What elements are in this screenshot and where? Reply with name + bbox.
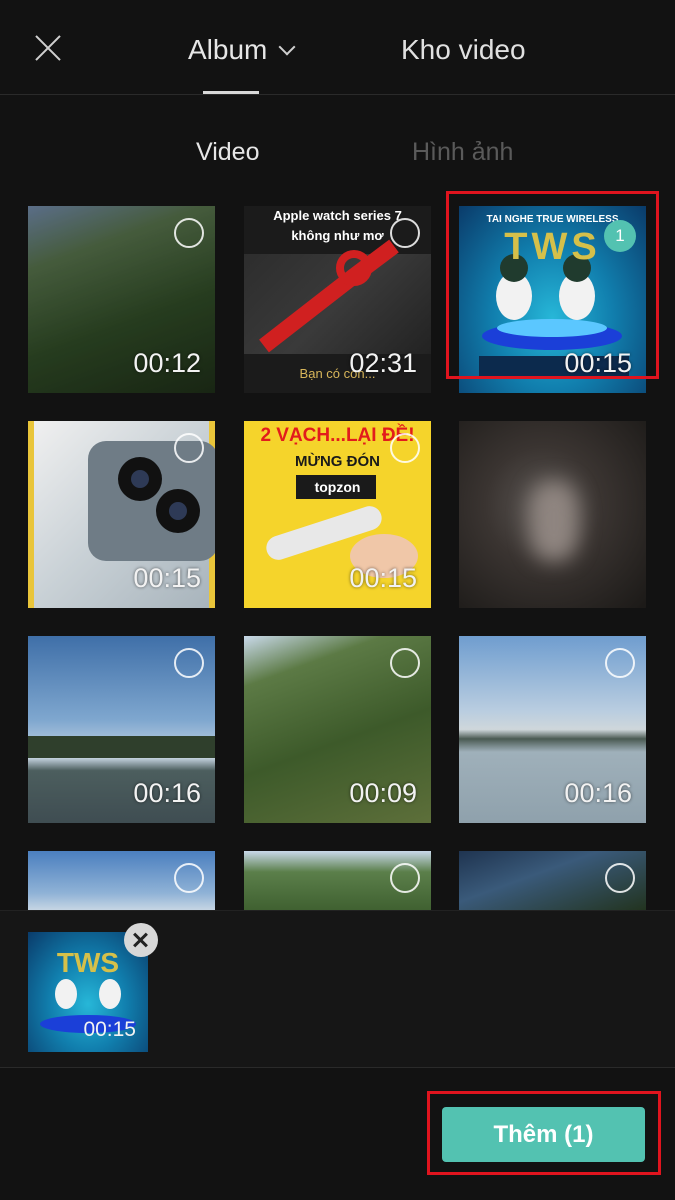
select-circle[interactable] [390,648,420,678]
media-tile[interactable] [459,851,646,911]
media-tile[interactable]: 2 VẠCH...LẠI ĐỀ! MỪNG ĐÓN topzon 00:15 [244,421,431,608]
duration-label: 00:15 [83,1018,136,1041]
highlight-frame [446,191,659,379]
chevron-down-icon [278,38,296,56]
select-circle[interactable] [174,218,204,248]
duration-label: 00:15 [133,563,201,593]
duration-label: 00:09 [349,778,417,808]
media-tile[interactable]: 00:12 [28,206,215,393]
media-tile[interactable]: 00:15 [28,421,215,608]
select-circle[interactable] [605,648,635,678]
select-circle[interactable] [390,863,420,893]
svg-text:TWS: TWS [57,947,119,978]
select-circle[interactable] [390,218,420,248]
select-circle[interactable] [174,863,204,893]
select-circle[interactable] [390,433,420,463]
tab-album-label: Album [188,34,268,65]
close-icon[interactable] [124,923,158,957]
media-tile[interactable]: Apple watch series 7 không như mơ Bạn có… [244,206,431,393]
duration-label: 00:16 [564,778,632,808]
select-circle[interactable] [174,433,204,463]
duration-label: 00:12 [133,348,201,378]
duration-label: 02:31 [349,348,417,378]
top-bar: Album Kho video [0,0,675,95]
tab-album[interactable]: Album [188,30,296,70]
media-tile[interactable] [244,851,431,911]
tab-kho-video[interactable]: Kho video [401,30,526,70]
duration-label: 00:15 [349,563,417,593]
close-icon[interactable] [30,30,66,66]
tab-indicator [203,91,259,94]
media-tile[interactable]: 00:09 [244,636,431,823]
overlay-text: topzon [314,479,361,495]
media-tile[interactable] [28,851,215,911]
subtab-video[interactable]: Video [196,134,260,170]
highlight-frame [427,1091,661,1175]
media-tile[interactable]: 00:16 [459,636,646,823]
duration-label: 00:16 [133,778,201,808]
subtab-photo[interactable]: Hình ảnh [412,134,513,170]
media-tile[interactable] [459,421,646,608]
select-circle[interactable] [605,863,635,893]
select-circle[interactable] [174,648,204,678]
media-tile[interactable]: 00:16 [28,636,215,823]
